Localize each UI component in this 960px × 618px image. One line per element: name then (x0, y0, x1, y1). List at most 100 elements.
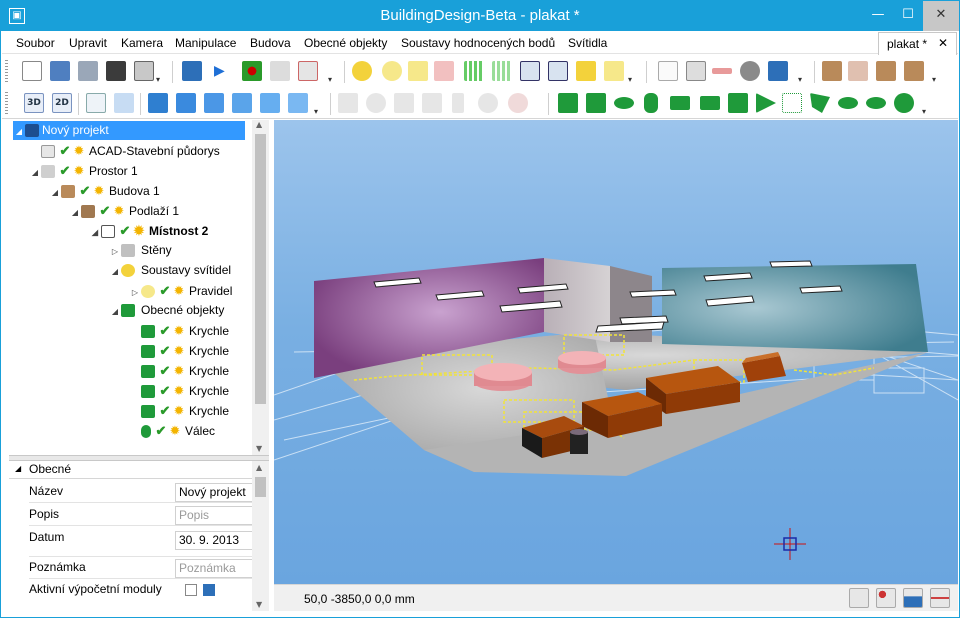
zoom-window-icon[interactable] (114, 93, 134, 113)
grid-icon[interactable] (298, 61, 318, 81)
3d-viewport[interactable] (274, 120, 958, 584)
luminaire-icon[interactable] (382, 61, 402, 81)
sun-icon[interactable]: ✹ (92, 181, 106, 200)
paste-icon[interactable] (686, 61, 706, 81)
scrollbar-thumb[interactable] (255, 134, 266, 404)
open-icon[interactable] (50, 61, 70, 81)
close-button[interactable]: ✕ (923, 1, 959, 31)
cad-export-2-icon[interactable] (548, 61, 568, 81)
save-as-icon[interactable] (768, 61, 788, 81)
toolbar-dropdown-icon[interactable]: ▾ (798, 75, 802, 84)
move-icon[interactable] (338, 93, 358, 113)
add-disc-icon[interactable] (614, 97, 634, 109)
description-field[interactable]: Popis (175, 506, 255, 525)
building-icon[interactable] (848, 61, 868, 81)
zoom-extents-icon[interactable] (86, 93, 106, 113)
status-measure-icon[interactable] (930, 588, 950, 608)
properties-scrollbar[interactable]: ▲ ▼ (252, 461, 269, 611)
tree-item-prostor[interactable]: ◢ ✔ ✹ Prostor 1 (29, 161, 138, 180)
status-snapshot-icon[interactable] (849, 588, 869, 608)
tree-item-novy-projekt[interactable]: ◢ Nový projekt (13, 121, 245, 140)
sun-icon[interactable]: ✹ (172, 281, 186, 300)
menu-soustavy-hodnocenych-bodu[interactable]: Soustavy hodnocených bodů (401, 36, 555, 50)
check-icon[interactable]: ✔ (158, 381, 172, 400)
tree-item-krychle[interactable]: ✔ ✹ Krychle (141, 361, 229, 380)
sun-icon[interactable]: ✹ (72, 141, 86, 160)
save-icon[interactable] (78, 61, 98, 81)
scroll-up-icon[interactable]: ▲ (256, 120, 262, 129)
view-3d-button[interactable]: 3D (24, 93, 44, 113)
point-grid-2-icon[interactable] (492, 61, 512, 81)
tree-item-acad[interactable]: ✔ ✹ ACAD-Stavební půdorys (29, 141, 220, 160)
tree-item-valec[interactable]: ✔ ✹ Válec (141, 421, 215, 440)
sun-icon[interactable]: ✹ (168, 421, 182, 440)
add-floor-icon[interactable] (876, 61, 896, 81)
sun-icon[interactable]: ✹ (112, 201, 126, 220)
menu-obecne-objekty[interactable]: Obecné objekty (304, 36, 387, 50)
luminaire-arrow-icon[interactable] (604, 61, 624, 81)
view-bottom-icon[interactable] (288, 93, 308, 113)
title-bar[interactable]: ▣ BuildingDesign-Beta - plakat * — ☐ ✕ (1, 1, 959, 31)
sun-icon[interactable]: ✹ (172, 361, 186, 380)
check-icon[interactable]: ✔ (58, 141, 72, 160)
toolbar-dropdown-icon[interactable]: ▾ (932, 75, 936, 84)
module-checkbox[interactable] (185, 584, 197, 596)
render-icon[interactable] (182, 61, 202, 81)
toolbar-dropdown-icon[interactable]: ▾ (628, 75, 632, 84)
check-icon[interactable]: ✔ (58, 161, 72, 180)
view-back-icon[interactable] (176, 93, 196, 113)
minimize-button[interactable]: — (863, 1, 893, 31)
settings-gear-icon[interactable] (740, 61, 760, 81)
scene-canvas[interactable] (274, 120, 958, 584)
tree-item-steny[interactable]: ▷ Stěny (109, 241, 172, 260)
toolbar-dropdown-icon[interactable]: ▾ (922, 107, 926, 116)
view-right-icon[interactable] (232, 93, 252, 113)
tree-scrollbar[interactable]: ▲ ▼ (252, 120, 269, 455)
add-plane-icon[interactable] (670, 96, 690, 110)
remove-luminaire-icon[interactable] (434, 61, 454, 81)
collapse-arrow-icon[interactable]: ◢ (89, 223, 101, 242)
sun-icon[interactable]: ✹ (172, 381, 186, 400)
add-ellipse-icon[interactable] (838, 97, 858, 109)
check-icon[interactable]: ✔ (154, 421, 168, 440)
collapse-arrow-icon[interactable]: ◢ (109, 302, 121, 321)
check-icon[interactable]: ✔ (158, 321, 172, 340)
collapse-arrow-icon[interactable]: ◢ (13, 122, 25, 141)
menu-budova[interactable]: Budova (250, 36, 291, 50)
tree-item-krychle[interactable]: ✔ ✹ Krychle (141, 341, 229, 360)
sun-icon[interactable]: ✹ (172, 401, 186, 420)
status-layers-icon[interactable] (903, 588, 923, 608)
scroll-up-icon[interactable]: ▲ (256, 463, 262, 472)
project-tree[interactable]: ◢ Nový projekt ✔ ✹ ACAD-Stavební půdorys ◢ ✔… (9, 120, 269, 455)
align-icon[interactable] (422, 93, 442, 113)
view-top-icon[interactable] (260, 93, 280, 113)
collapse-arrow-icon[interactable]: ◢ (15, 461, 21, 477)
sun-icon[interactable]: ✹ (172, 321, 186, 340)
tree-item-krychle[interactable]: ✔ ✹ Krychle (141, 321, 229, 340)
sun-icon[interactable]: ✹ (132, 221, 146, 240)
name-field[interactable]: Nový projekt (175, 483, 255, 502)
check-icon[interactable]: ✔ (158, 341, 172, 360)
add-polygon-icon[interactable] (810, 93, 830, 113)
toolbar-grip[interactable] (5, 92, 8, 114)
edit-icon[interactable] (106, 61, 126, 81)
add-ellipse-2-icon[interactable] (866, 97, 886, 109)
toolbar-dropdown-icon[interactable]: ▾ (314, 107, 318, 116)
tree-item-soustavy-svitidel[interactable]: ◢ Soustavy svítidel (109, 261, 231, 280)
note-field[interactable]: Poznámka (175, 559, 255, 578)
expand-arrow-icon[interactable]: ▷ (129, 283, 141, 302)
add-room-icon[interactable] (904, 61, 924, 81)
sun-icon[interactable]: ✹ (72, 161, 86, 180)
toolbar-grip[interactable] (5, 60, 8, 82)
add-building-icon[interactable] (822, 61, 842, 81)
menu-upravit[interactable]: Upravit (69, 36, 107, 50)
add-rect-icon[interactable] (700, 96, 720, 110)
collapse-arrow-icon[interactable]: ◢ (69, 203, 81, 222)
cad-export-icon[interactable] (520, 61, 540, 81)
tree-item-mistnost[interactable]: ◢ ✔ ✹ Místnost 2 (89, 221, 208, 240)
scrollbar-thumb[interactable] (255, 477, 266, 497)
print-icon[interactable] (134, 61, 154, 81)
add-polyline-icon[interactable] (782, 93, 802, 113)
cad-import-icon[interactable] (270, 61, 290, 81)
menu-svitidla[interactable]: Svítidla (568, 36, 607, 50)
